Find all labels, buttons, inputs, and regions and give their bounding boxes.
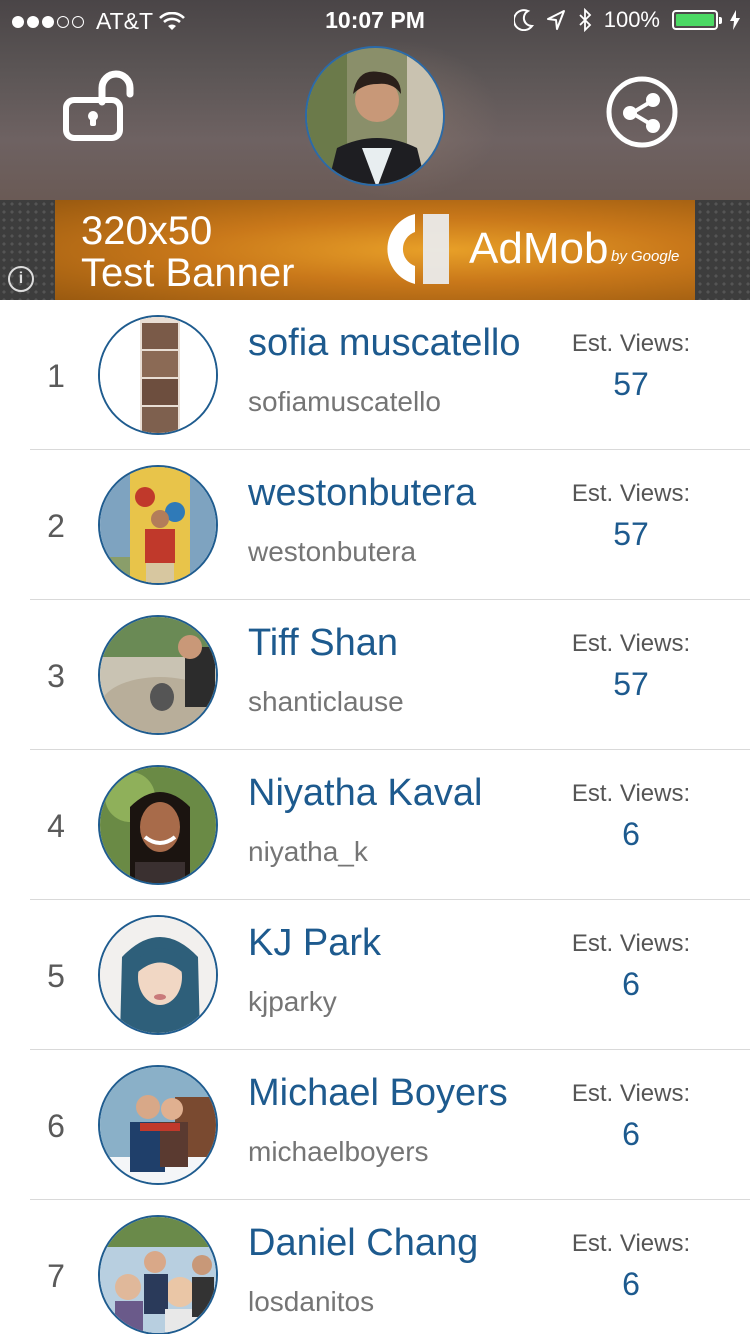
views-value: 6 xyxy=(622,1266,640,1302)
list-item[interactable]: 7 Daniel Chang losdanitos Est. Views: 6 xyxy=(0,1200,750,1334)
list-item[interactable]: 3 Tiff Shan shanticlause Est. Views: 57 xyxy=(0,600,750,750)
profile-avatar[interactable] xyxy=(305,46,445,186)
user-handle: michaelboyers xyxy=(248,1136,429,1167)
views-label: Est. Views: xyxy=(571,1230,691,1257)
user-name[interactable]: Michael Boyers xyxy=(248,1072,508,1115)
rank-number: 5 xyxy=(47,958,65,994)
views-label: Est. Views: xyxy=(571,1080,691,1107)
status-bar: AT&T 10:07 PM 100% xyxy=(0,0,750,40)
avatar[interactable] xyxy=(98,1215,218,1334)
status-right: 100% xyxy=(513,7,740,33)
views-label: Est. Views: xyxy=(571,780,691,807)
ad-banner[interactable]: 320x50 Test Banner AdMob by Google xyxy=(55,200,695,300)
bluetooth-icon xyxy=(579,8,591,32)
unlock-button[interactable] xyxy=(62,66,138,142)
list-item[interactable]: 1 sofia muscatello sofiamuscatello Est. … xyxy=(0,300,750,450)
ad-line-2: Test Banner xyxy=(81,251,295,295)
views-value: 6 xyxy=(622,966,640,1002)
ad-line-1: 320x50 xyxy=(81,209,213,253)
avatar-photo xyxy=(100,917,216,1033)
ad-text: 320x50 Test Banner xyxy=(81,210,294,294)
rank-number: 1 xyxy=(47,358,65,394)
ad-banner-container: 320x50 Test Banner AdMob by Google i xyxy=(0,200,750,300)
user-handle: sofiamuscatello xyxy=(248,386,441,417)
ad-brand: AdMob xyxy=(469,224,609,273)
battery-icon xyxy=(672,10,722,30)
user-name[interactable]: westonbutera xyxy=(248,472,476,515)
views-value: 57 xyxy=(613,366,649,402)
list-item[interactable]: 4 Niyatha Kaval niyatha_k Est. Views: 6 xyxy=(0,750,750,900)
views-value: 6 xyxy=(622,816,640,852)
moon-icon xyxy=(513,9,534,31)
avatar[interactable] xyxy=(98,765,218,885)
avatar-photo xyxy=(100,1067,216,1183)
user-handle: westonbutera xyxy=(248,536,417,567)
leaderboard-list: 1 sofia muscatello sofiamuscatello Est. … xyxy=(0,300,750,1334)
share-icon xyxy=(606,76,678,148)
battery-percent: 100% xyxy=(603,7,660,32)
user-name[interactable]: Niyatha Kaval xyxy=(248,772,482,815)
rank-number: 7 xyxy=(47,1258,65,1294)
views-value: 6 xyxy=(622,1116,640,1152)
user-name[interactable]: Daniel Chang xyxy=(248,1222,478,1265)
user-handle: shanticlause xyxy=(248,686,404,717)
views-label: Est. Views: xyxy=(571,330,691,357)
views-value: 57 xyxy=(613,516,649,552)
list-item[interactable]: 5 KJ Park kjparky Est. Views: 6 xyxy=(0,900,750,1050)
user-name[interactable]: KJ Park xyxy=(248,922,381,965)
rank-number: 2 xyxy=(47,508,65,544)
user-handle: niyatha_k xyxy=(248,836,368,867)
rank-number: 6 xyxy=(47,1108,65,1144)
unlock-icon xyxy=(63,70,134,141)
charging-bolt-icon xyxy=(730,10,740,30)
rank-number: 4 xyxy=(47,808,65,844)
list-item[interactable]: 2 westonbutera westonbutera Est. Views: … xyxy=(0,450,750,600)
avatar[interactable] xyxy=(98,1065,218,1185)
views-value: 57 xyxy=(613,666,649,702)
profile-photo xyxy=(307,48,443,184)
views-label: Est. Views: xyxy=(571,480,691,507)
user-name[interactable]: Tiff Shan xyxy=(248,622,398,665)
list-item[interactable]: 6 Michael Boyers michaelboyers Est. View… xyxy=(0,1050,750,1200)
avatar-photo xyxy=(100,617,216,733)
info-icon[interactable]: i xyxy=(8,266,34,292)
admob-logo-icon xyxy=(387,214,449,284)
avatar-photo xyxy=(100,317,216,433)
avatar[interactable] xyxy=(98,465,218,585)
avatar[interactable] xyxy=(98,315,218,435)
user-name[interactable]: sofia muscatello xyxy=(248,322,520,365)
avatar-photo xyxy=(100,767,216,883)
user-handle: kjparky xyxy=(248,986,337,1017)
rank-number: 3 xyxy=(47,658,65,694)
views-label: Est. Views: xyxy=(571,930,691,957)
avatar[interactable] xyxy=(98,915,218,1035)
ad-by-google: by Google xyxy=(611,248,680,265)
avatar-photo xyxy=(100,467,216,583)
user-handle: losdanitos xyxy=(248,1286,375,1317)
views-label: Est. Views: xyxy=(571,630,691,657)
location-arrow-icon xyxy=(546,10,565,30)
share-button[interactable] xyxy=(605,75,679,149)
avatar-photo xyxy=(100,1217,216,1333)
profile-header: AT&T 10:07 PM 100% xyxy=(0,0,750,200)
avatar[interactable] xyxy=(98,615,218,735)
